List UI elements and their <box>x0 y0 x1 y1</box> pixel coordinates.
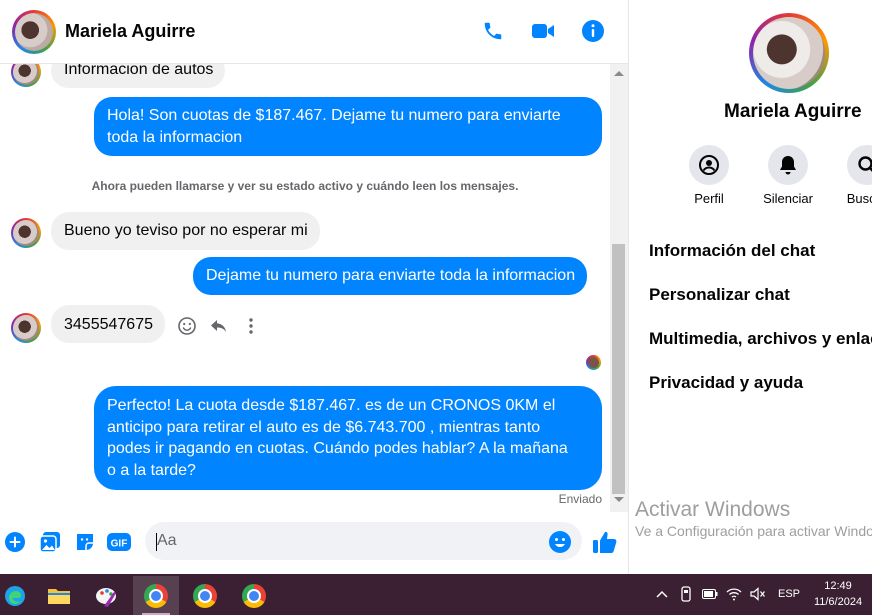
message-bubble-incoming[interactable]: 3455547675 <box>51 305 165 343</box>
sender-avatar <box>11 218 41 248</box>
message-bubble-incoming[interactable]: Informacion de autos <box>51 64 226 88</box>
menu-media-files-links[interactable]: Multimedia, archivos y enlaces <box>649 329 872 349</box>
file-explorer-icon[interactable] <box>36 576 82 615</box>
system-clock[interactable]: 12:49 11/6/2024 <box>812 578 864 610</box>
search-icon <box>847 145 872 185</box>
windows-activation-subtitle: Ve a Configuración para activar Windows. <box>635 523 872 539</box>
contact-avatar[interactable] <box>12 9 56 54</box>
scroll-down-arrow-icon[interactable] <box>614 497 624 502</box>
chat-header: Mariela Aguirre <box>0 0 628 64</box>
chrome-profile-2-icon[interactable] <box>231 576 277 615</box>
bell-icon <box>768 145 808 185</box>
message-input[interactable] <box>145 522 582 560</box>
message-bubble-outgoing[interactable]: Hola! Son cuotas de $187.467. Dejame tu … <box>94 97 602 156</box>
reply-icon[interactable] <box>207 314 231 338</box>
windows-taskbar: ESP 12:49 11/6/2024 <box>0 574 872 615</box>
react-emoji-icon[interactable] <box>175 314 199 338</box>
video-call-icon[interactable] <box>530 18 556 44</box>
mute-button[interactable]: Silenciar <box>748 145 828 206</box>
svg-text:GIF: GIF <box>111 539 128 550</box>
message-bubble-outgoing[interactable]: Dejame tu numero para enviarte toda la i… <box>193 257 588 295</box>
read-receipt-avatar <box>586 355 601 370</box>
system-notice: Ahora pueden llamarse y ver su estado ac… <box>91 179 519 193</box>
windows-activation-title: Activar Windows <box>635 498 791 521</box>
message-line: toda la informacion <box>107 128 243 146</box>
panel-contact-name: Mariela Aguirre <box>724 101 862 122</box>
battery-icon[interactable] <box>702 586 718 602</box>
search-button[interactable]: Buscar <box>827 145 872 206</box>
menu-customize-chat[interactable]: Personalizar chat <box>649 285 790 305</box>
sender-avatar <box>11 313 41 343</box>
keyboard-language[interactable]: ESP <box>778 588 800 600</box>
show-hidden-icons-chevron-icon[interactable] <box>654 586 670 602</box>
volume-muted-icon[interactable] <box>750 586 766 602</box>
more-options-icon[interactable] <box>239 314 263 338</box>
scroll-up-arrow-icon[interactable] <box>614 71 624 76</box>
sender-avatar <box>11 64 41 87</box>
phone-icon[interactable] <box>480 18 506 44</box>
chrome-icon[interactable] <box>133 576 179 615</box>
menu-chat-info[interactable]: Información del chat <box>649 241 815 261</box>
sent-status: Enviado <box>558 492 602 506</box>
scrollbar-thumb[interactable] <box>612 244 625 494</box>
contact-name[interactable]: Mariela Aguirre <box>65 21 195 42</box>
profile-icon <box>689 145 729 185</box>
profile-label: Perfil <box>694 191 724 206</box>
clock-date: 11/6/2024 <box>813 596 863 608</box>
panel-avatar[interactable] <box>749 13 829 93</box>
plus-icon[interactable] <box>3 530 27 554</box>
thumbs-up-icon[interactable] <box>591 528 619 556</box>
clock-time: 12:49 <box>824 580 852 592</box>
message-line: podes ir pagando en cuotas. Cuándo podes… <box>107 440 568 457</box>
edge-icon[interactable] <box>0 576 38 615</box>
message-line: Perfecto! La cuota desde $187.467. es de… <box>107 397 556 414</box>
composer: GIF <box>0 512 628 574</box>
message-thread[interactable]: Informacion de autos Hola! Son cuotas de… <box>0 64 610 512</box>
wifi-icon[interactable] <box>726 586 742 602</box>
message-bubble-incoming[interactable]: Bueno yo teviso por no esperar mi <box>51 212 320 250</box>
sticker-icon[interactable] <box>73 530 97 554</box>
messenger-window: Mariela Aguirre Informacion de autos Hol… <box>0 0 872 615</box>
message-bubble-outgoing[interactable]: Perfecto! La cuota desde $187.467. es de… <box>94 386 602 490</box>
message-line: o a la tarde? <box>107 461 196 479</box>
chrome-profile-icon[interactable] <box>182 576 228 615</box>
photo-icon[interactable] <box>38 530 62 554</box>
thread-scrollbar[interactable] <box>610 64 628 512</box>
info-icon[interactable] <box>580 18 606 44</box>
profile-button[interactable]: Perfil <box>669 145 749 206</box>
paint-icon[interactable] <box>84 576 130 615</box>
emoji-icon[interactable] <box>548 530 572 554</box>
mute-label: Silenciar <box>763 191 813 206</box>
chat-info-panel: Mariela Aguirre Perfil Silenciar Buscar … <box>628 0 872 574</box>
search-label: Buscar <box>846 191 872 206</box>
menu-privacy-help[interactable]: Privacidad y ayuda <box>649 373 803 393</box>
usb-device-icon[interactable] <box>678 586 694 602</box>
message-line: Hola! Son cuotas de $187.467. Dejame tu … <box>107 107 561 124</box>
message-line: anticipo para retirar el auto es de $6.7… <box>107 418 541 436</box>
gif-icon[interactable]: GIF <box>107 530 131 554</box>
text-cursor <box>156 533 157 551</box>
